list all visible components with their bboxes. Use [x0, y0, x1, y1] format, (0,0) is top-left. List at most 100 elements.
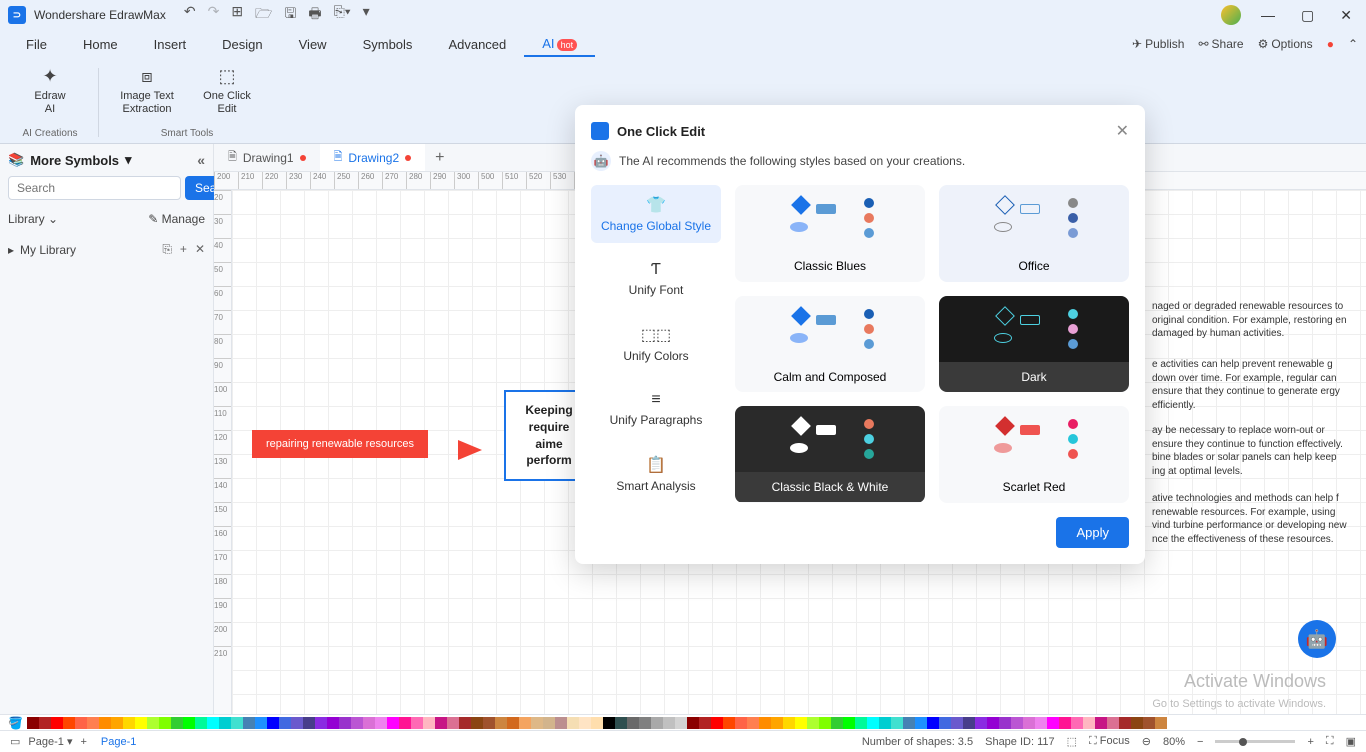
focus-button[interactable]: ⛶ Focus: [1089, 735, 1130, 748]
color-swatch[interactable]: [579, 717, 591, 729]
color-swatch[interactable]: [1035, 717, 1047, 729]
color-swatch[interactable]: [75, 717, 87, 729]
paint-bucket-icon[interactable]: 🪣: [8, 716, 23, 730]
zoom-in-icon[interactable]: +: [1307, 736, 1313, 748]
color-swatch[interactable]: [1143, 717, 1155, 729]
my-library-item[interactable]: ▸ My Library ⎘ + ✕: [8, 238, 205, 261]
print-icon[interactable]: 🖶: [308, 3, 321, 27]
color-swatch[interactable]: [855, 717, 867, 729]
color-swatch[interactable]: [663, 717, 675, 729]
color-swatch[interactable]: [39, 717, 51, 729]
color-swatch[interactable]: [423, 717, 435, 729]
user-avatar[interactable]: [1221, 5, 1241, 25]
close-icon[interactable]: ✕: [1334, 5, 1358, 26]
add-lib-icon[interactable]: +: [180, 242, 187, 257]
color-swatch[interactable]: [867, 717, 879, 729]
style-dark[interactable]: Dark: [939, 296, 1129, 393]
color-swatch[interactable]: [495, 717, 507, 729]
minimize-icon[interactable]: —: [1255, 5, 1281, 25]
notification-icon[interactable]: ●: [1327, 37, 1334, 51]
menu-symbols[interactable]: Symbols: [345, 33, 431, 56]
tab-drawing1[interactable]: 🗎Drawing1: [214, 144, 320, 171]
zoom-out-icon[interactable]: ⊖: [1142, 735, 1151, 748]
undo-icon[interactable]: ↶: [184, 3, 196, 27]
close-lib-icon[interactable]: ✕: [195, 242, 205, 257]
color-swatch[interactable]: [399, 717, 411, 729]
zoom-percent[interactable]: 80%: [1163, 736, 1185, 748]
color-swatch[interactable]: [1047, 717, 1059, 729]
share-button[interactable]: ⚯ Share: [1198, 37, 1243, 51]
color-swatch[interactable]: [363, 717, 375, 729]
unify-colors-button[interactable]: ⬚⬚Unify Colors: [591, 315, 721, 373]
color-swatch[interactable]: [387, 717, 399, 729]
modal-close-button[interactable]: ✕: [1116, 121, 1129, 141]
color-swatch[interactable]: [711, 717, 723, 729]
color-swatch[interactable]: [351, 717, 363, 729]
shape-arrow[interactable]: [458, 440, 482, 460]
menu-home[interactable]: Home: [65, 33, 136, 56]
color-swatch[interactable]: [975, 717, 987, 729]
dropdown-icon[interactable]: ▾: [363, 3, 370, 27]
style-calm-composed[interactable]: Calm and Composed: [735, 296, 925, 393]
shape-red-label[interactable]: repairing renewable resources: [252, 430, 428, 458]
menu-view[interactable]: View: [281, 33, 345, 56]
layout-icon[interactable]: ▭: [10, 735, 20, 748]
color-swatch[interactable]: [195, 717, 207, 729]
color-swatch[interactable]: [591, 717, 603, 729]
color-swatch[interactable]: [687, 717, 699, 729]
color-swatch[interactable]: [1023, 717, 1035, 729]
color-swatch[interactable]: [567, 717, 579, 729]
page-link[interactable]: Page-1: [101, 736, 136, 748]
color-swatch[interactable]: [531, 717, 543, 729]
color-swatch[interactable]: [879, 717, 891, 729]
color-swatch[interactable]: [927, 717, 939, 729]
color-swatch[interactable]: [807, 717, 819, 729]
color-swatch[interactable]: [603, 717, 615, 729]
color-swatch[interactable]: [1107, 717, 1119, 729]
color-swatch[interactable]: [627, 717, 639, 729]
color-swatch[interactable]: [819, 717, 831, 729]
zoom-slider[interactable]: [1215, 740, 1295, 743]
style-classic-blues[interactable]: Classic Blues: [735, 185, 925, 282]
color-swatch[interactable]: [507, 717, 519, 729]
color-swatch[interactable]: [483, 717, 495, 729]
image-text-extraction-button[interactable]: ⧈ Image Text Extraction: [115, 66, 179, 116]
apply-button[interactable]: Apply: [1056, 517, 1129, 548]
one-click-edit-button[interactable]: ⬚ One Click Edit: [195, 66, 259, 116]
color-swatch[interactable]: [999, 717, 1011, 729]
open-icon[interactable]: 🗁: [255, 3, 272, 27]
color-swatch[interactable]: [471, 717, 483, 729]
color-swatch[interactable]: [519, 717, 531, 729]
tab-drawing2[interactable]: 🗎Drawing2: [320, 144, 426, 171]
color-swatch[interactable]: [339, 717, 351, 729]
text-block-2[interactable]: e activities can help prevent renewable …: [1152, 358, 1352, 412]
layers-icon[interactable]: ⬚: [1067, 735, 1077, 748]
color-swatch[interactable]: [615, 717, 627, 729]
change-global-style-button[interactable]: 👕Change Global Style: [591, 185, 721, 243]
color-swatch[interactable]: [255, 717, 267, 729]
color-swatch[interactable]: [1083, 717, 1095, 729]
color-swatch[interactable]: [171, 717, 183, 729]
color-swatch[interactable]: [783, 717, 795, 729]
style-classic-bw[interactable]: Classic Black & White: [735, 406, 925, 503]
color-swatch[interactable]: [243, 717, 255, 729]
color-swatch[interactable]: [459, 717, 471, 729]
color-swatch[interactable]: [903, 717, 915, 729]
new-icon[interactable]: ⊞: [231, 3, 243, 27]
fit-page-icon[interactable]: ⛶: [1326, 735, 1334, 748]
color-swatch[interactable]: [795, 717, 807, 729]
new-tab-button[interactable]: +: [425, 145, 454, 171]
color-swatch[interactable]: [279, 717, 291, 729]
page-dropdown[interactable]: Page-1 ▾: [28, 735, 72, 748]
style-office[interactable]: Office: [939, 185, 1129, 282]
style-scarlet-red[interactable]: Scarlet Red: [939, 406, 1129, 503]
unify-font-button[interactable]: ƬUnify Font: [591, 251, 721, 307]
maximize-icon[interactable]: ▢: [1295, 5, 1320, 26]
color-swatch[interactable]: [747, 717, 759, 729]
more-symbols-header[interactable]: 📚 More Symbols▾ «: [8, 152, 205, 168]
color-swatch[interactable]: [939, 717, 951, 729]
edraw-ai-button[interactable]: ✦ Edraw AI: [18, 66, 82, 116]
save-icon[interactable]: 🖫: [284, 3, 296, 27]
color-swatch[interactable]: [891, 717, 903, 729]
color-swatch[interactable]: [735, 717, 747, 729]
